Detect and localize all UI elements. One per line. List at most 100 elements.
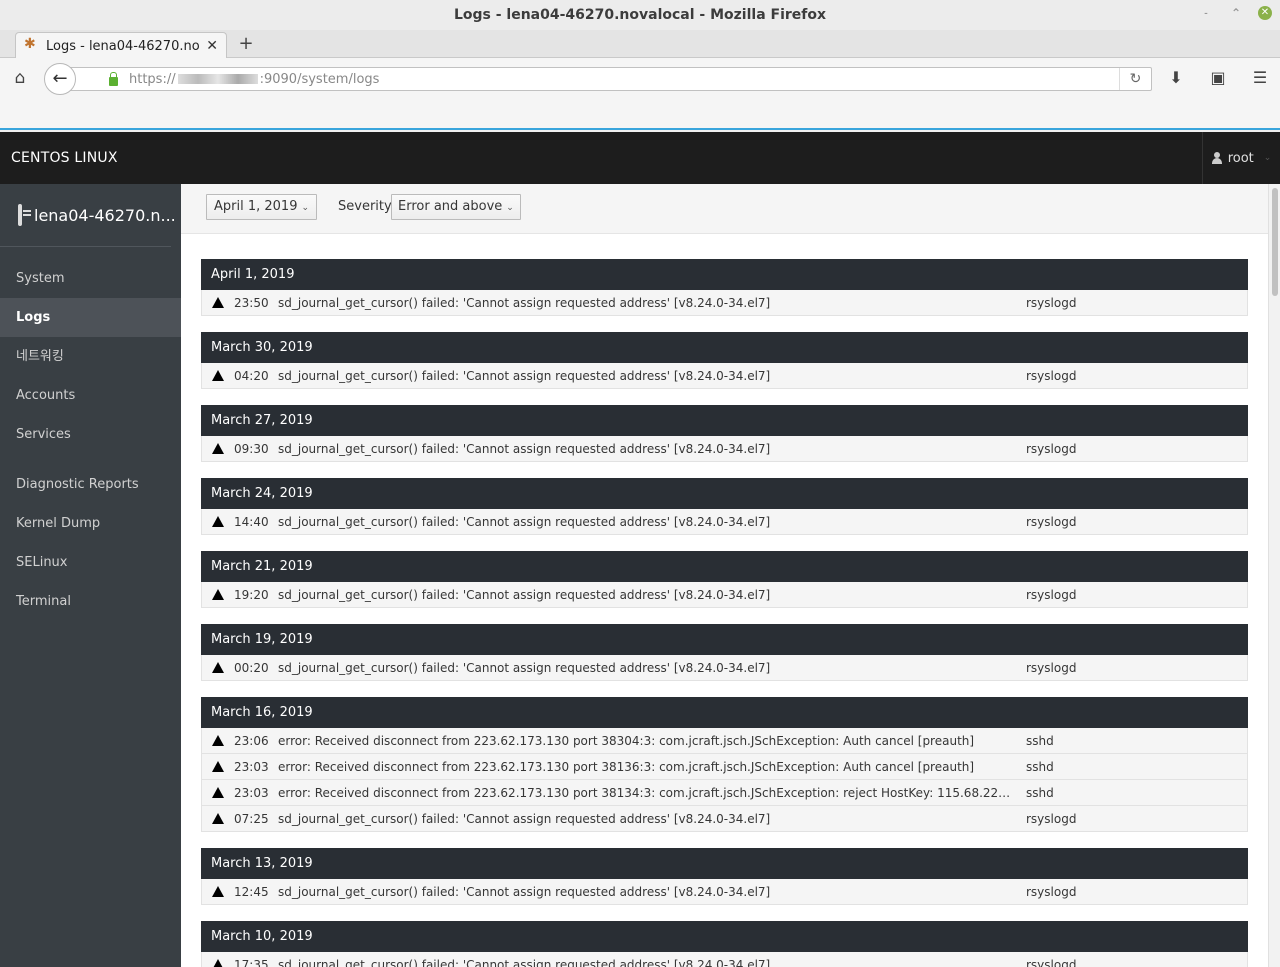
log-entry-row[interactable]: 07:25 sd_journal_get_cursor() failed: 'Ca… [201, 806, 1248, 832]
log-entry-message: sd_journal_get_cursor() failed: 'Cannot … [278, 368, 771, 383]
log-list: April 1, 2019 23:50 sd_journal_get_cursor(… [201, 259, 1248, 967]
cockpit-favicon-icon [24, 36, 38, 53]
warning-icon [212, 662, 224, 673]
severity-filter-dropdown[interactable]: Error and above ⌄ [391, 194, 521, 220]
log-entry-identifier: sshd [1026, 785, 1054, 800]
log-entry-row[interactable]: 14:40 sd_journal_get_cursor() failed: 'Ca… [201, 509, 1248, 535]
close-icon[interactable]: ✕ [1258, 6, 1272, 20]
log-day-group: March 27, 2019 09:30 sd_journal_get_cursor… [201, 405, 1248, 462]
log-entry-row[interactable]: 04:20 sd_journal_get_cursor() failed: 'Ca… [201, 363, 1248, 389]
log-day-group: March 13, 2019 12:45 sd_journal_get_cursor… [201, 848, 1248, 905]
user-name: root [1227, 150, 1254, 166]
log-entry-identifier: rsyslogd [1026, 811, 1077, 826]
scrollbar-thumb[interactable] [1272, 188, 1278, 296]
sidebar-toggle-icon[interactable]: ▣ [1208, 68, 1228, 88]
server-icon [18, 204, 31, 226]
warning-icon [212, 297, 224, 308]
log-entry-identifier: rsyslogd [1026, 587, 1077, 602]
sidebar-item-logs[interactable]: Logs [0, 298, 181, 337]
log-entry-time: 07:25 [234, 811, 269, 826]
warning-icon [212, 370, 224, 381]
sidebar: lena04-46270.n... System Logs 네트워킹 Accou… [0, 184, 181, 967]
warning-icon [212, 813, 224, 824]
log-entry-identifier: rsyslogd [1026, 514, 1077, 529]
log-entry-time: 23:03 [234, 759, 269, 774]
sidebar-item-accounts[interactable]: Accounts [0, 376, 181, 415]
host-switcher[interactable]: lena04-46270.n... [0, 184, 176, 247]
url-host-redacted [177, 74, 258, 84]
log-entry-row[interactable]: 12:45 sd_journal_get_cursor() failed: 'Ca… [201, 879, 1248, 905]
log-day-header: March 24, 2019 [201, 478, 1248, 509]
sidebar-item-kernel-dump[interactable]: Kernel Dump [0, 504, 181, 543]
log-entry-message: sd_journal_get_cursor() failed: 'Cannot … [278, 884, 771, 899]
tab-close-icon[interactable]: ✕ [206, 38, 218, 54]
filter-bar: April 1, 2019 ⌄ Severity Error and above ⌄ [181, 184, 1268, 234]
host-name: lena04-46270.n... [34, 205, 176, 225]
log-day-header: March 16, 2019 [201, 697, 1248, 728]
log-entry-time: 23:06 [234, 733, 269, 748]
log-entry-identifier: sshd [1026, 733, 1054, 748]
log-entry-row[interactable]: 00:20 sd_journal_get_cursor() failed: 'Ca… [201, 655, 1248, 681]
log-day-group: March 21, 2019 19:20 sd_journal_get_cursor… [201, 551, 1248, 608]
warning-icon [212, 959, 224, 967]
log-entry-identifier: rsyslogd [1026, 660, 1077, 675]
log-day-header: March 21, 2019 [201, 551, 1248, 582]
log-entry-time: 14:40 [234, 514, 269, 529]
log-entry-time: 04:20 [234, 368, 269, 383]
warning-icon [212, 761, 224, 772]
log-entry-row[interactable]: 17:35 sd_journal_get_cursor() failed: 'Ca… [201, 952, 1248, 967]
minimize-icon[interactable]: ˗ [1198, 5, 1214, 21]
new-tab-button[interactable]: + [236, 33, 256, 54]
date-filter-dropdown[interactable]: April 1, 2019 ⌄ [206, 194, 318, 220]
user-icon [1211, 152, 1222, 164]
log-entry-row[interactable]: 23:06 error: Received disconnect from 223… [201, 728, 1248, 754]
restore-icon[interactable]: ⌃ [1228, 5, 1244, 21]
log-entry-message: sd_journal_get_cursor() failed: 'Cannot … [278, 295, 771, 310]
log-entry-row[interactable]: 19:20 sd_journal_get_cursor() failed: 'Ca… [201, 582, 1248, 608]
log-day-header: March 13, 2019 [201, 848, 1248, 879]
toolbar-spacer [0, 100, 1280, 130]
log-entry-row[interactable]: 23:50 sd_journal_get_cursor() failed: 'Ca… [201, 290, 1248, 316]
sidebar-item-system[interactable]: System [0, 259, 181, 298]
menu-icon[interactable]: ☰ [1250, 68, 1270, 88]
logs-page: April 1, 2019 ⌄ Severity Error and above ⌄… [181, 184, 1268, 967]
log-day-group: March 19, 2019 00:20 sd_journal_get_cursor… [201, 624, 1248, 681]
log-entry-message: sd_journal_get_cursor() failed: 'Cannot … [278, 811, 771, 826]
user-menu[interactable]: root ⌄ [1202, 132, 1280, 184]
warning-icon [212, 589, 224, 600]
log-entry-time: 23:03 [234, 785, 269, 800]
download-icon[interactable]: ⬇ [1166, 68, 1186, 88]
log-entry-time: 17:35 [234, 957, 269, 967]
log-entry-time: 00:20 [234, 660, 269, 675]
sidebar-item-selinux[interactable]: SELinux [0, 543, 181, 582]
back-button[interactable]: ← [44, 63, 76, 95]
log-entry-message: sd_journal_get_cursor() failed: 'Cannot … [278, 660, 771, 675]
log-entry-message: sd_journal_get_cursor() failed: 'Cannot … [278, 441, 771, 456]
window-title: Logs - lena04-46270.novalocal - Mozilla … [453, 7, 827, 23]
log-entry-message: sd_journal_get_cursor() failed: 'Cannot … [278, 587, 771, 602]
reload-icon[interactable]: ↻ [1119, 68, 1151, 90]
url-bar[interactable]: https://:9090/system/logs ↻ [68, 67, 1152, 91]
log-day-header: March 19, 2019 [201, 624, 1248, 655]
log-entry-time: 23:50 [234, 295, 269, 310]
log-entry-row[interactable]: 23:03 error: Received disconnect from 223… [201, 780, 1248, 806]
sidebar-item-services[interactable]: Services [0, 415, 181, 454]
sidebar-item-terminal[interactable]: Terminal [0, 582, 181, 621]
log-entry-time: 12:45 [234, 884, 269, 899]
sidebar-item-networking[interactable]: 네트워킹 [0, 337, 181, 376]
page-scrollbar[interactable] [1268, 184, 1280, 967]
log-entry-row[interactable]: 09:30 sd_journal_get_cursor() failed: 'Ca… [201, 436, 1248, 462]
log-entry-message: sd_journal_get_cursor() failed: 'Cannot … [278, 957, 771, 967]
home-icon[interactable]: ⌂ [10, 68, 30, 88]
log-entry-row[interactable]: 23:03 error: Received disconnect from 223… [201, 754, 1248, 780]
log-day-group: March 30, 2019 04:20 sd_journal_get_cursor… [201, 332, 1248, 389]
log-day-group: March 24, 2019 14:40 sd_journal_get_cursor… [201, 478, 1248, 535]
log-entry-identifier: rsyslogd [1026, 368, 1077, 383]
sidebar-item-diagnostic-reports[interactable]: Diagnostic Reports [0, 465, 181, 504]
tab-logs[interactable]: Logs - lena04-46270.nova... ✕ [15, 32, 227, 59]
log-entry-identifier: rsyslogd [1026, 957, 1077, 967]
warning-icon [212, 886, 224, 897]
severity-label: Severity [338, 199, 392, 214]
url-text[interactable]: https://:9090/system/logs [129, 72, 1119, 87]
log-entry-message: error: Received disconnect from 223.62.1… [278, 785, 1026, 800]
